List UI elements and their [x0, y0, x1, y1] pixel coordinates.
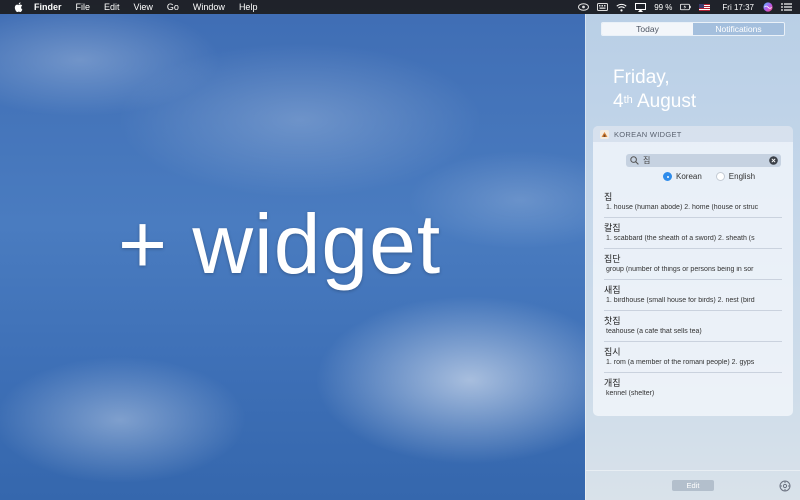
result-word: 찻집 [604, 317, 621, 327]
list-item[interactable]: 집단 group (number of things or persons be… [593, 250, 793, 281]
radio-english-dot[interactable] [715, 172, 725, 181]
creative-cloud-icon[interactable] [578, 3, 590, 12]
result-definition: kennel (shelter) [606, 390, 655, 397]
menu-edit[interactable]: Edit [104, 2, 120, 12]
menu-help[interactable]: Help [239, 2, 258, 12]
date-weekday: Friday, [613, 67, 670, 88]
menu-file[interactable]: File [76, 2, 91, 12]
date-day-month: 4th August [613, 90, 696, 114]
widget-search-field[interactable]: 집 [626, 154, 781, 167]
result-definition: 1. rom (a member of the romani people) 2… [606, 359, 755, 366]
search-icon [630, 156, 639, 165]
list-item[interactable]: 새집 1. birdhouse (small house for birds) … [593, 281, 793, 312]
today-date: Friday, 4th August [613, 66, 696, 114]
menu-go[interactable]: Go [167, 2, 179, 12]
divider [604, 217, 782, 218]
result-definition: 1. birdhouse (small house for birds) 2. … [606, 297, 755, 304]
result-definition: group (number of things or persons being… [606, 266, 754, 273]
divider [604, 248, 782, 249]
menu-extras: 99 % Fri 17:37 [578, 0, 792, 14]
korean-widget: KOREAN WIDGET 집 Korean English 집 1. hous… [593, 126, 793, 416]
divider [604, 310, 782, 311]
menu-clock[interactable]: Fri 17:37 [722, 3, 754, 12]
apple-icon[interactable] [12, 1, 24, 13]
radio-korean[interactable]: Korean [663, 172, 702, 181]
us-flag-icon[interactable] [699, 3, 711, 12]
result-word: 집 [604, 193, 613, 203]
result-word: 개집 [604, 379, 621, 389]
list-item[interactable]: 개집 kennel (shelter) [593, 374, 793, 405]
clear-search-icon[interactable] [769, 156, 778, 165]
language-radio-group: Korean English [663, 172, 755, 181]
menu-app-name[interactable]: Finder [34, 2, 62, 12]
radio-english-label[interactable]: English [729, 172, 755, 181]
wifi-icon[interactable] [616, 3, 627, 12]
date-day: 4 [613, 91, 624, 112]
date-suffix: th [623, 94, 633, 106]
result-word: 칼집 [604, 224, 621, 234]
search-input[interactable]: 집 [643, 155, 769, 166]
keyboard-icon[interactable] [597, 3, 609, 12]
tab-today[interactable]: Today [602, 23, 693, 35]
battery-percentage: 99 % [654, 2, 673, 12]
date-month: August [632, 91, 697, 112]
list-item[interactable]: 찻집 teahouse (a cafe that sells tea) [593, 312, 793, 343]
result-definition: teahouse (a cafe that sells tea) [606, 328, 702, 335]
edit-button[interactable]: Edit [672, 480, 714, 491]
divider [604, 341, 782, 342]
list-item[interactable]: 집 1. house (human abode) 2. home (house … [593, 188, 793, 219]
list-item[interactable]: 집시 1. rom (a member of the romani people… [593, 343, 793, 374]
notification-center-footer: Edit [586, 470, 800, 500]
radio-korean-label[interactable]: Korean [676, 172, 702, 181]
desktop-headline: + widget [118, 197, 442, 291]
battery-icon[interactable] [680, 3, 692, 12]
tab-notifications[interactable]: Notifications [693, 23, 784, 35]
radio-english[interactable]: English [715, 172, 755, 181]
today-notifications-segmented-control: Today Notifications [601, 22, 785, 36]
widget-app-icon [600, 129, 609, 139]
menu-window[interactable]: Window [193, 2, 225, 12]
result-word: 새집 [604, 286, 621, 296]
result-definition: 1. house (human abode) 2. home (house or… [606, 204, 759, 211]
airplay-icon[interactable] [635, 2, 647, 12]
widget-title: KOREAN WIDGET [614, 129, 682, 139]
notification-center-panel: Today Notifications Friday, 4th August K… [585, 14, 800, 500]
result-definition: 1. scabbard (the sheath of a sword) 2. s… [606, 235, 755, 242]
notification-center-icon[interactable] [781, 3, 792, 12]
list-item[interactable]: 칼집 1. scabbard (the sheath of a sword) 2… [593, 219, 793, 250]
result-word: 집단 [604, 255, 621, 265]
siri-icon[interactable] [762, 2, 773, 12]
widget-header: KOREAN WIDGET [593, 126, 793, 142]
gear-icon[interactable] [779, 479, 791, 492]
menu-view[interactable]: View [134, 2, 153, 12]
divider [604, 279, 782, 280]
menu-bar: Finder File Edit View Go Window Help 99 … [0, 0, 800, 14]
divider [604, 372, 782, 373]
radio-korean-dot[interactable] [663, 172, 672, 181]
results-list: 집 1. house (human abode) 2. home (house … [593, 188, 793, 405]
result-word: 집시 [604, 348, 621, 358]
